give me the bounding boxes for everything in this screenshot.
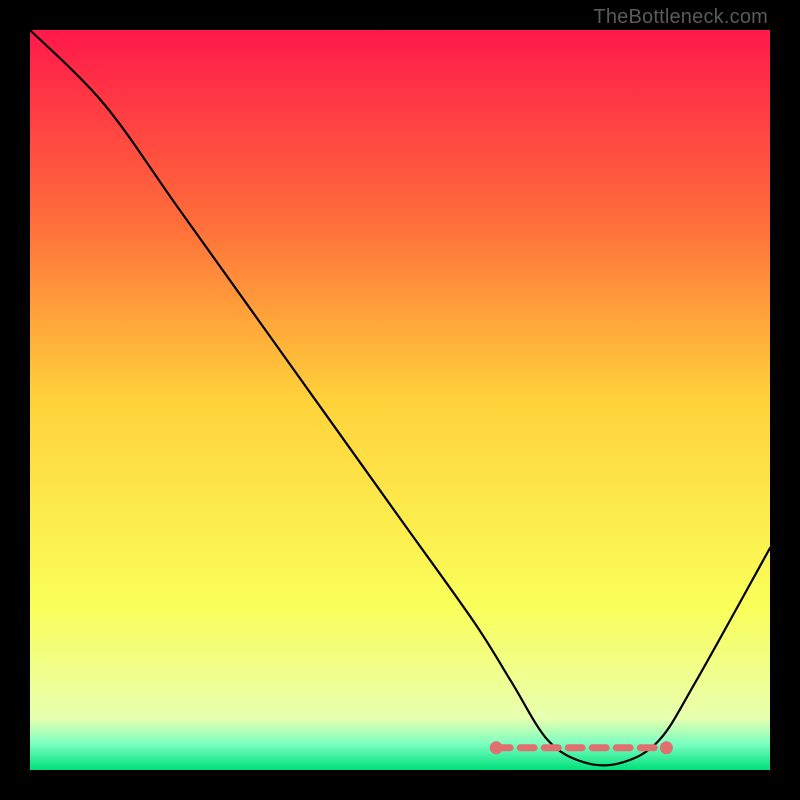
watermark-text: TheBottleneck.com xyxy=(593,6,768,29)
bottleneck-curve xyxy=(30,30,770,765)
plot-area xyxy=(30,30,770,770)
chart-frame: TheBottleneck.com xyxy=(0,0,800,800)
chart-svg xyxy=(30,30,770,770)
